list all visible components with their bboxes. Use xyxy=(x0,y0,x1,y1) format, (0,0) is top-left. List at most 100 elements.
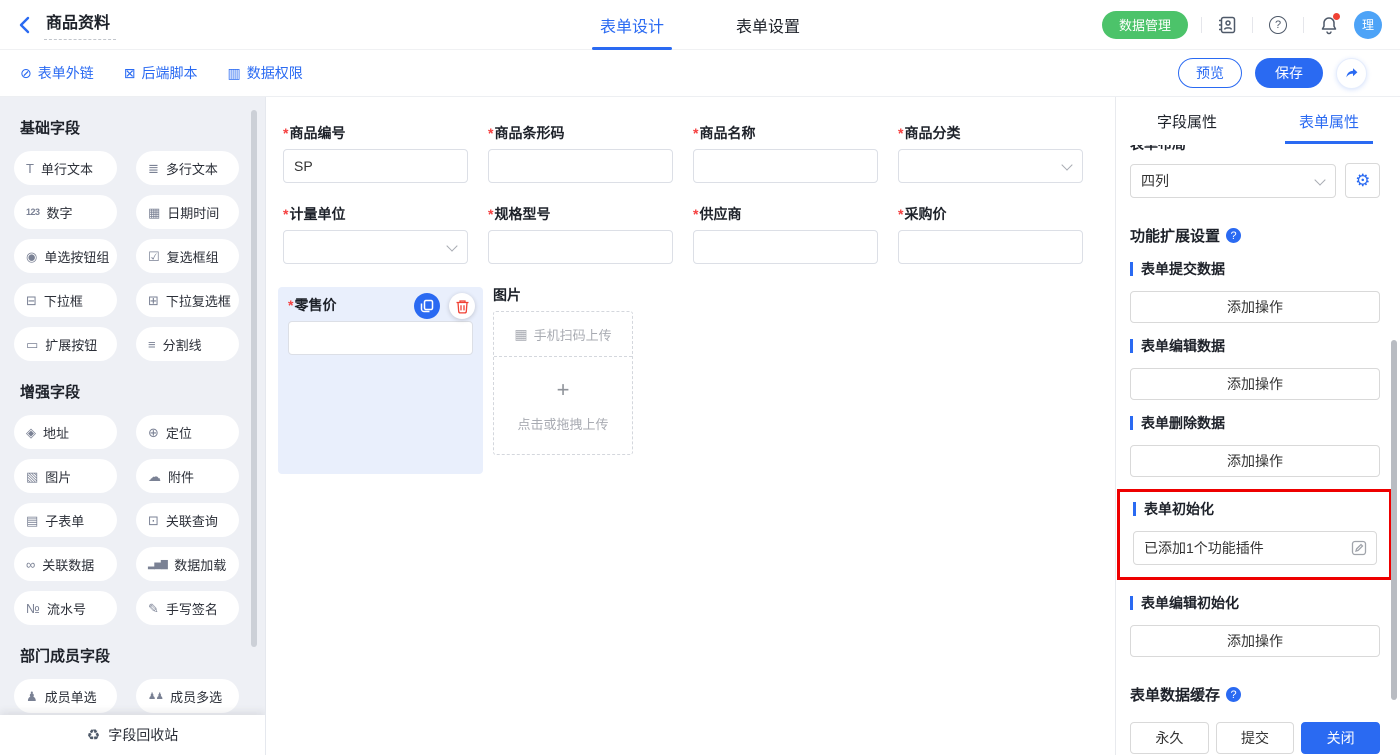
selected-field-retail-price[interactable]: *零售价 xyxy=(278,287,483,474)
product-category-select[interactable] xyxy=(898,149,1083,183)
sidebar-item-multi-dropdown[interactable]: ⊞下拉复选框 xyxy=(136,283,239,317)
sidebar-item-extend-button[interactable]: ▭扩展按钮 xyxy=(14,327,117,361)
sidebar-item-data-load[interactable]: ▂▅▇数据加载 xyxy=(136,547,239,581)
add-action-button-edit-init[interactable]: 添加操作 xyxy=(1130,625,1380,657)
trash-icon xyxy=(455,299,470,314)
chevron-down-icon xyxy=(446,240,457,251)
section-title: 表单编辑数据 xyxy=(1130,336,1380,356)
purchase-price-input[interactable] xyxy=(898,230,1083,264)
section-title: 表单初始化 xyxy=(1133,499,1377,519)
add-action-button-edit[interactable]: 添加操作 xyxy=(1130,368,1380,400)
help-button[interactable]: ? xyxy=(1266,13,1290,37)
add-action-button-submit[interactable]: 添加操作 xyxy=(1130,291,1380,323)
data-permission-link[interactable]: ▥ 数据权限 xyxy=(227,63,302,83)
notification-button[interactable] xyxy=(1317,13,1341,37)
contacts-button[interactable] xyxy=(1215,13,1239,37)
backend-script-link[interactable]: ⊠ 后端脚本 xyxy=(124,63,198,83)
data-manage-button[interactable]: 数据管理 xyxy=(1102,11,1188,39)
save-button[interactable]: 保存 xyxy=(1255,58,1323,88)
sidebar-item-radio-group[interactable]: ◉单选按钮组 xyxy=(14,239,117,273)
page-title[interactable]: 商品资料 xyxy=(44,9,116,40)
sidebar-item-attachment[interactable]: ☁附件 xyxy=(136,459,239,493)
sidebar-item-number[interactable]: 123数字 xyxy=(14,195,117,229)
field-unit[interactable]: *计量单位 xyxy=(283,206,468,264)
drag-upload-area[interactable]: + 点击或拖拽上传 xyxy=(494,357,632,454)
plugin-summary-box[interactable]: 已添加1个功能插件 xyxy=(1133,531,1377,565)
field-image-upload[interactable]: 图片 ▦ 手机扫码上传 + 点击或拖拽上传 xyxy=(493,287,678,474)
share-button[interactable] xyxy=(1336,58,1367,89)
cache-option-close[interactable]: 关闭 xyxy=(1301,722,1380,754)
product-barcode-input[interactable] xyxy=(488,149,673,183)
sidebar-item-member-multi[interactable]: ♟♟成员多选 xyxy=(136,679,239,713)
delete-field-button[interactable] xyxy=(449,293,475,319)
scan-upload-button[interactable]: ▦ 手机扫码上传 xyxy=(494,312,632,357)
product-code-input[interactable] xyxy=(283,149,468,183)
sidebar-item-relation-data[interactable]: ∞关联数据 xyxy=(14,547,117,581)
sidebar-item-divider-line[interactable]: ≡分割线 xyxy=(136,327,239,361)
backend-script-icon: ⊠ xyxy=(124,66,136,80)
field-label: 商品分类 xyxy=(904,125,960,141)
sidebar-item-member-single[interactable]: ♟成员单选 xyxy=(14,679,117,713)
supplier-input[interactable] xyxy=(693,230,878,264)
sidebar-item-single-line-text[interactable]: T单行文本 xyxy=(14,151,117,185)
preview-button[interactable]: 预览 xyxy=(1178,58,1242,88)
sidebar-item-checkbox-group[interactable]: ☑复选框组 xyxy=(136,239,239,273)
sub-toolbar: ⊘ 表单外链 ⊠ 后端脚本 ▥ 数据权限 预览 保存 xyxy=(0,50,1400,97)
gear-icon: ⚙ xyxy=(1355,171,1370,191)
cache-option-submit[interactable]: 提交 xyxy=(1216,722,1295,754)
sidebar-scrollbar[interactable] xyxy=(251,110,257,647)
layout-columns-select[interactable]: 四列 xyxy=(1130,164,1336,198)
back-button[interactable] xyxy=(16,16,34,34)
sidebar-item-dropdown[interactable]: ⊟下拉框 xyxy=(14,283,117,317)
sidebar-item-relation-query[interactable]: ⊡关联查询 xyxy=(136,503,239,537)
unit-select[interactable] xyxy=(283,230,468,264)
sidebar-item-serial-number[interactable]: №流水号 xyxy=(14,591,117,625)
retail-price-input[interactable] xyxy=(288,321,473,355)
edit-pencil-icon[interactable] xyxy=(1351,540,1367,556)
tab-field-properties[interactable]: 字段属性 xyxy=(1116,97,1258,145)
field-product-name[interactable]: *商品名称 xyxy=(693,125,878,183)
add-action-button-delete[interactable]: 添加操作 xyxy=(1130,445,1380,477)
sidebar-item-address[interactable]: ◈地址 xyxy=(14,415,117,449)
product-name-input[interactable] xyxy=(693,149,878,183)
tab-form-design[interactable]: 表单设计 xyxy=(592,0,672,50)
panel-scrollbar[interactable] xyxy=(1391,340,1397,700)
help-circle-icon[interactable]: ? xyxy=(1226,687,1241,702)
sidebar-item-datetime[interactable]: ▦日期时间 xyxy=(136,195,239,229)
form-layout-label-clipped: 表单布局 xyxy=(1130,145,1380,154)
field-recycle-bin[interactable]: ♻ 字段回收站 xyxy=(0,715,265,755)
panel-body: 表单布局 四列 ⚙ 功能扩展设置 ? 表单提交数据 添加操作 表单编辑数据 添加… xyxy=(1116,145,1400,755)
single-line-text-icon: T xyxy=(26,162,34,175)
layout-settings-button[interactable]: ⚙ xyxy=(1345,163,1380,198)
chevron-down-icon xyxy=(1315,174,1326,185)
serial-number-icon: № xyxy=(26,602,40,615)
field-purchase-price[interactable]: *采购价 xyxy=(898,206,1083,264)
sidebar-item-image[interactable]: ▧图片 xyxy=(14,459,117,493)
sidebar-item-location[interactable]: ⊕定位 xyxy=(136,415,239,449)
tab-form-settings[interactable]: 表单设置 xyxy=(728,0,808,50)
chevron-down-icon xyxy=(1061,159,1072,170)
sidebar-item-subform[interactable]: ▤子表单 xyxy=(14,503,117,537)
form-external-link[interactable]: ⊘ 表单外链 xyxy=(20,63,94,83)
cache-option-permanent[interactable]: 永久 xyxy=(1130,722,1209,754)
field-supplier[interactable]: *供应商 xyxy=(693,206,878,264)
location-icon: ⊕ xyxy=(148,426,159,439)
help-circle-icon[interactable]: ? xyxy=(1226,228,1241,243)
field-label: 图片 xyxy=(493,287,521,303)
notification-badge xyxy=(1333,13,1340,20)
sidebar-item-multi-line-text[interactable]: ≣多行文本 xyxy=(136,151,239,185)
sidebar-item-signature[interactable]: ✎手写签名 xyxy=(136,591,239,625)
section-form-delete: 表单删除数据 添加操作 xyxy=(1130,413,1380,477)
tab-form-properties[interactable]: 表单属性 xyxy=(1258,97,1400,145)
form-designer-app: 商品资料 表单设计 表单设置 数据管理 ? 理 ⊘ xyxy=(0,0,1400,755)
member-single-icon: ♟ xyxy=(26,690,38,703)
spec-model-input[interactable] xyxy=(488,230,673,264)
ext-settings-title: 功能扩展设置 ? xyxy=(1130,225,1380,246)
form-row: *零售价 图片 ▦ xyxy=(283,287,1115,474)
field-product-code[interactable]: *商品编号 xyxy=(283,125,468,183)
field-product-barcode[interactable]: *商品条形码 xyxy=(488,125,673,183)
field-spec-model[interactable]: *规格型号 xyxy=(488,206,673,264)
avatar[interactable]: 理 xyxy=(1354,11,1382,39)
field-product-category[interactable]: *商品分类 xyxy=(898,125,1083,183)
copy-field-button[interactable] xyxy=(414,293,440,319)
